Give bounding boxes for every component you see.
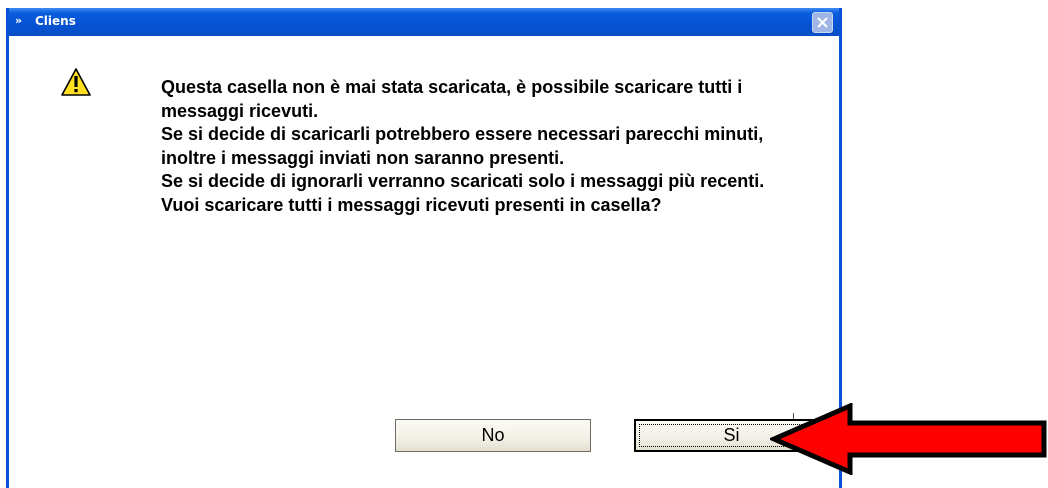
window-title: Cliens bbox=[35, 14, 76, 28]
warning-icon bbox=[61, 68, 91, 96]
si-button-label: Si bbox=[723, 425, 740, 445]
title-bar[interactable]: » Cliens bbox=[9, 8, 839, 36]
message-dialog: » Cliens Questa casella non è mai stata … bbox=[6, 8, 842, 488]
no-button[interactable]: No bbox=[395, 419, 591, 452]
message-paragraph-1: Questa casella non è mai stata scaricata… bbox=[161, 77, 743, 121]
red-arrow-annotation bbox=[770, 403, 1047, 475]
message-paragraph-2: Se si decide di scaricarli potrebbero es… bbox=[161, 124, 764, 168]
app-icon: » bbox=[15, 14, 22, 27]
close-button[interactable] bbox=[812, 12, 833, 33]
message-paragraph-3: Se si decide di ignorarli verranno scari… bbox=[161, 171, 765, 191]
message-paragraph-4: Vuoi scaricare tutti i messaggi ricevuti… bbox=[161, 194, 662, 215]
message-text: Questa casella non è mai stata scaricata… bbox=[161, 76, 801, 217]
close-icon bbox=[817, 17, 828, 28]
no-button-label: No bbox=[481, 425, 505, 445]
